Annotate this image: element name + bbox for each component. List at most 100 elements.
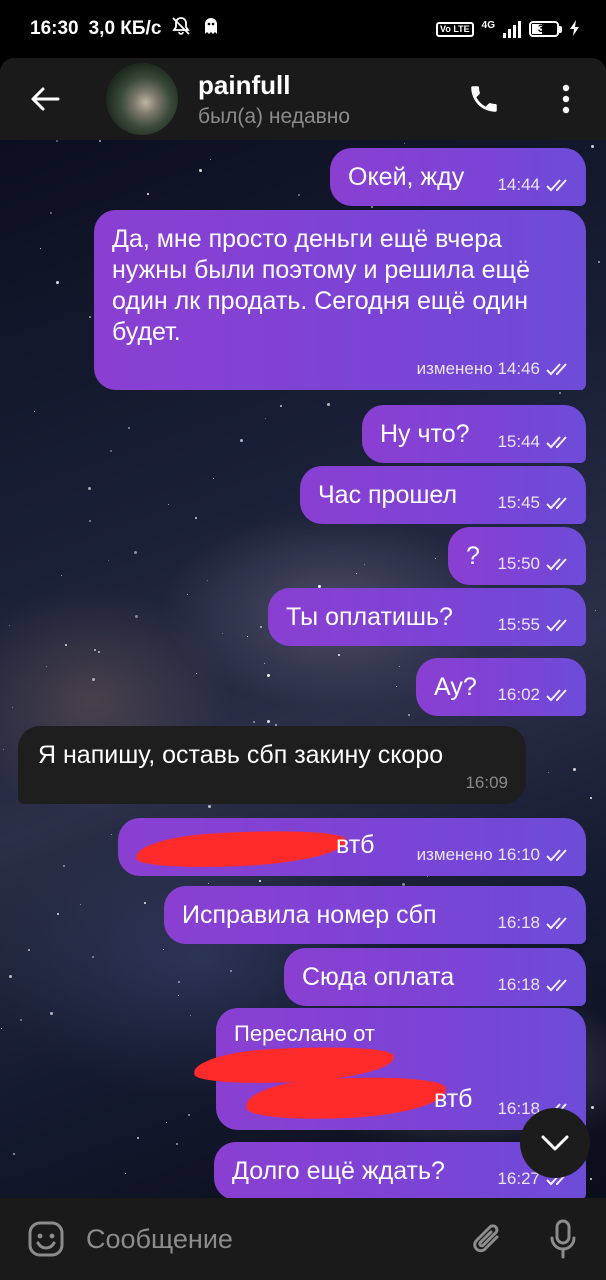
star xyxy=(396,686,397,687)
star xyxy=(210,159,211,160)
star xyxy=(559,392,561,394)
message-bubble[interactable]: Сюда оплата 16:18 xyxy=(284,948,586,1006)
message-meta: 15:55 xyxy=(497,609,572,640)
star xyxy=(356,573,357,574)
message-meta: изменено 16:10 xyxy=(417,839,572,870)
signal-icon xyxy=(503,20,521,38)
status-speed: 3,0 КБ/с xyxy=(88,18,162,39)
double-check-icon xyxy=(546,978,567,991)
star xyxy=(46,666,47,667)
star xyxy=(364,564,365,565)
star xyxy=(50,1012,53,1015)
star xyxy=(99,140,101,142)
battery-icon: 39 xyxy=(529,21,562,37)
battery-level: 39 xyxy=(537,23,551,35)
star xyxy=(40,248,41,249)
star xyxy=(147,193,149,195)
star xyxy=(267,720,270,723)
message-bubble[interactable]: Да, мне просто деньги ещё вчера нужны бы… xyxy=(94,210,586,390)
star xyxy=(80,904,81,905)
message-meta: 15:45 xyxy=(497,487,572,518)
more-vert-icon[interactable] xyxy=(544,77,588,121)
star xyxy=(213,478,214,479)
star xyxy=(137,1137,139,1139)
star xyxy=(264,663,265,664)
message-bubble[interactable]: Исправила номер сбп 16:18 xyxy=(164,886,586,944)
star xyxy=(190,1015,191,1016)
double-check-icon xyxy=(546,848,567,861)
message-text: Сюда оплата xyxy=(302,963,455,991)
star xyxy=(298,194,300,196)
avatar[interactable] xyxy=(106,63,178,135)
star xyxy=(9,975,12,978)
message-text: Исправила номер сбп xyxy=(182,901,437,929)
attach-icon[interactable] xyxy=(464,1216,510,1262)
star xyxy=(28,949,30,951)
star xyxy=(50,212,52,214)
forwarded-message-bubble[interactable]: Переслано от втб 16:18 xyxy=(193,1008,586,1130)
double-check-icon xyxy=(546,362,567,375)
star xyxy=(134,551,137,554)
mic-icon[interactable] xyxy=(540,1216,586,1262)
star xyxy=(265,418,266,419)
last-seen-status: был(а) недавно xyxy=(198,104,351,128)
message-time: 15:50 xyxy=(497,554,540,573)
double-check-icon xyxy=(546,916,567,929)
star xyxy=(253,721,255,723)
star xyxy=(404,143,405,144)
star xyxy=(591,145,594,148)
volte-icon: Vo LTE xyxy=(435,21,474,37)
network-type: 4G xyxy=(481,19,495,31)
star xyxy=(89,520,91,522)
double-check-icon xyxy=(546,178,567,191)
star xyxy=(195,517,197,519)
message-bubble[interactable]: втб изменено 16:10 xyxy=(118,818,586,876)
scroll-to-bottom-button[interactable] xyxy=(520,1108,590,1178)
phone-icon[interactable] xyxy=(462,77,506,121)
emoji-icon[interactable] xyxy=(22,1215,70,1263)
star xyxy=(178,981,180,983)
chat-title-block[interactable]: painfull был(а) недавно xyxy=(198,70,462,129)
message-bubble[interactable]: Час прошел 15:45 xyxy=(300,466,586,524)
star xyxy=(371,206,373,208)
star xyxy=(230,970,232,972)
star xyxy=(163,949,164,950)
message-bubble[interactable]: Ну что? 15:44 xyxy=(362,405,586,463)
message-meta: 16:18 xyxy=(497,969,572,1000)
star xyxy=(408,714,410,716)
back-arrow-icon[interactable] xyxy=(20,74,70,124)
star xyxy=(591,1106,594,1109)
chat-messages-area[interactable]: Окей, жду 14:44 Да, мне просто деньги ещ… xyxy=(0,140,606,1198)
message-bubble[interactable]: Ты оплатишь? 15:55 xyxy=(268,588,586,646)
message-bubble[interactable]: ? 15:50 xyxy=(448,527,586,585)
message-input[interactable] xyxy=(84,1222,464,1256)
message-bubble[interactable]: Ау? 16:02 xyxy=(416,658,586,716)
star xyxy=(178,995,179,996)
star xyxy=(3,749,4,750)
message-meta: 16:09 xyxy=(465,767,508,798)
star xyxy=(196,673,197,674)
star xyxy=(399,666,400,667)
star xyxy=(13,1153,15,1155)
message-meta: 16:18 xyxy=(497,907,572,938)
message-text: Ну что? xyxy=(380,420,470,448)
chevron-down-icon xyxy=(541,1135,569,1151)
status-bar: 16:30 3,0 КБ/с Vo LTE 4G 39 xyxy=(0,0,606,58)
message-text: ? xyxy=(466,542,480,570)
message-meta: изменено 14:46 xyxy=(417,353,572,384)
message-bubble-incoming[interactable]: Я напишу, оставь сбп закину скоро 16:09 xyxy=(18,726,526,804)
double-check-icon xyxy=(546,557,567,570)
redaction-mark xyxy=(135,826,347,872)
ghost-icon xyxy=(201,16,221,42)
star xyxy=(56,281,59,284)
star xyxy=(327,403,330,406)
message-bubble[interactable]: Окей, жду 14:44 xyxy=(330,148,586,206)
star xyxy=(280,405,282,407)
message-time: 15:44 xyxy=(497,432,540,451)
star xyxy=(34,411,35,412)
star xyxy=(144,902,146,904)
star xyxy=(61,575,62,576)
forward-label: Переслано от xyxy=(234,1021,375,1046)
bell-off-icon xyxy=(171,16,191,42)
message-time: 15:45 xyxy=(497,493,540,512)
